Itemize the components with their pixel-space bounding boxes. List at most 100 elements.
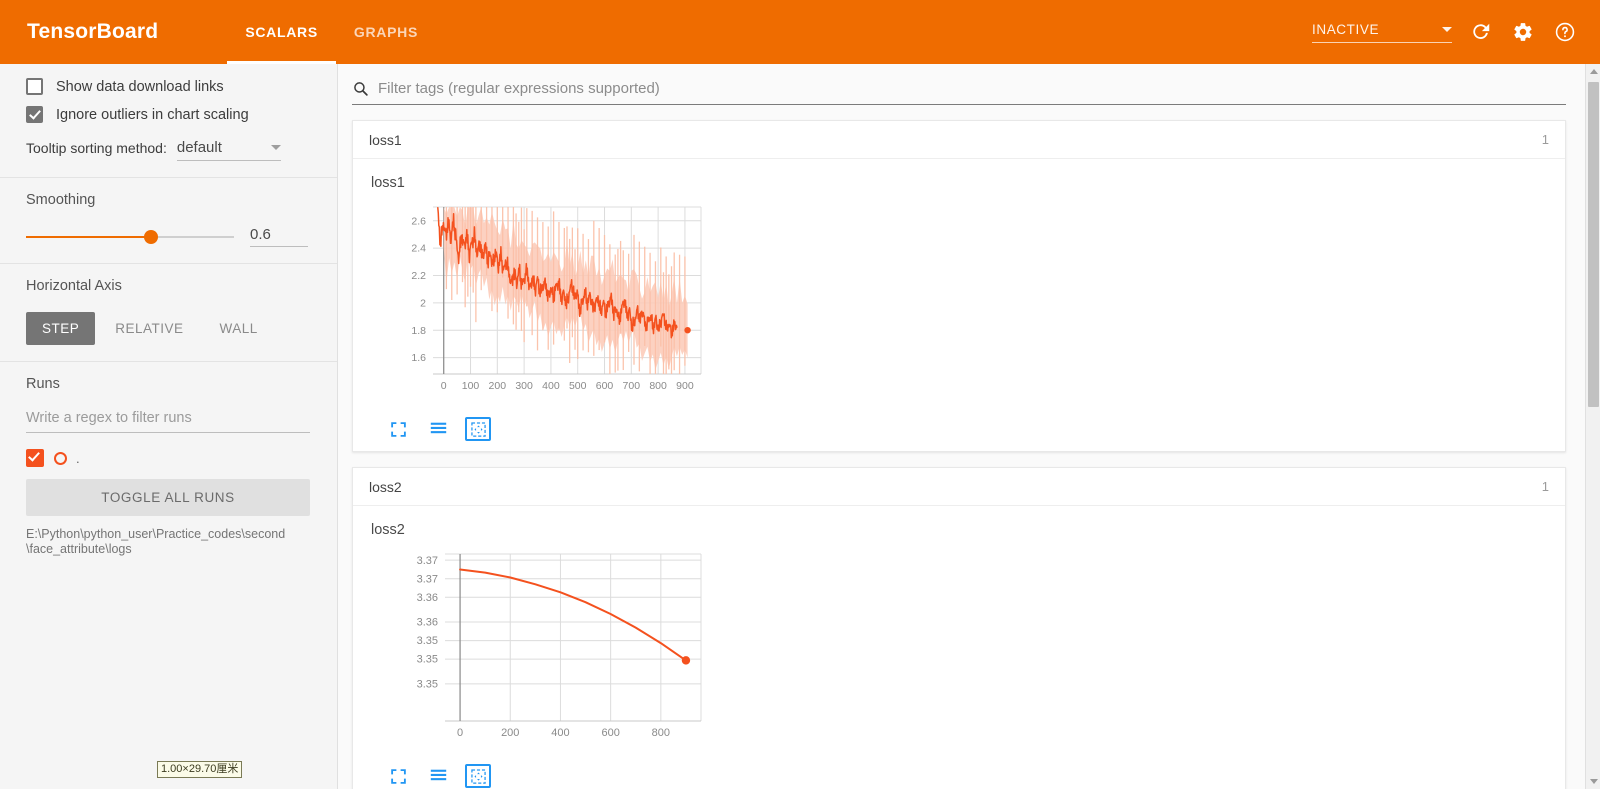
svg-text:900: 900: [676, 380, 694, 392]
svg-text:3.36: 3.36: [417, 592, 438, 604]
main-tabs: SCALARS GRAPHS: [227, 0, 436, 64]
run-item[interactable]: .: [26, 449, 311, 467]
runs-section: Runs Write a regex to filter runs . TOGG…: [0, 362, 337, 573]
gear-icon: [1512, 21, 1534, 43]
smoothing-slider[interactable]: [26, 229, 234, 244]
svg-text:600: 600: [601, 727, 619, 739]
tag-group-loss1: loss1 1 loss1 1.6 1.8 2 2.2 2.4 2.6 0 100 200 300…: [352, 120, 1566, 452]
axis-option-wall[interactable]: WALL: [204, 312, 274, 345]
svg-text:1.8: 1.8: [411, 325, 426, 337]
run-checkbox-checked-icon[interactable]: [26, 449, 44, 467]
tooltip-sorting-row: Tooltip sorting method: default: [26, 139, 311, 161]
run-state-dropdown[interactable]: INACTIVE: [1312, 22, 1452, 43]
smoothing-control: 0.6: [26, 226, 311, 247]
chart-card-loss1: loss1 1.6 1.8 2 2.2 2.4 2.6 0 100 200 300 400 500 60…: [353, 159, 1565, 451]
checkbox-checked-icon[interactable]: [26, 106, 43, 123]
svg-text:600: 600: [596, 380, 614, 392]
svg-text:3.37: 3.37: [417, 573, 438, 585]
chevron-down-icon: [1442, 26, 1452, 32]
svg-text:3.35: 3.35: [417, 678, 438, 690]
tab-scalars-label: SCALARS: [245, 24, 318, 40]
smoothing-value-input[interactable]: 0.6: [250, 226, 308, 247]
toggle-all-runs-button[interactable]: TOGGLE ALL RUNS: [26, 479, 310, 516]
chart-title: loss2: [371, 522, 405, 538]
toggle-data-series-button[interactable]: [425, 764, 451, 788]
svg-text:400: 400: [542, 380, 560, 392]
runs-title: Runs: [26, 376, 60, 392]
chevron-up-icon: [1589, 69, 1598, 74]
checkbox-unchecked-icon[interactable]: [26, 78, 43, 95]
option-show-download-links[interactable]: Show data download links: [26, 78, 311, 95]
tab-graphs[interactable]: GRAPHS: [336, 0, 436, 64]
help-button[interactable]: [1552, 19, 1578, 45]
svg-text:200: 200: [501, 727, 519, 739]
svg-text:2.6: 2.6: [411, 215, 426, 227]
tag-filter-bar[interactable]: Filter tags (regular expressions support…: [352, 80, 1566, 105]
axis-option-step[interactable]: STEP: [26, 312, 96, 345]
tooltip-sorting-label: Tooltip sorting method:: [26, 140, 167, 156]
run-color-circle-icon: [54, 451, 67, 465]
svg-text:200: 200: [489, 380, 507, 392]
tag-group-loss2: loss2 1 loss2 3.37 3.37 3.36 3.36 3.35 3.35 3.…: [352, 467, 1566, 789]
smoothing-slider-fill: [26, 235, 151, 238]
svg-text:3.36: 3.36: [417, 617, 438, 629]
sidebar-options-section: Show data download links Ignore outliers…: [0, 64, 337, 177]
svg-text:0: 0: [441, 380, 447, 392]
option-show-download-links-label: Show data download links: [56, 78, 224, 95]
svg-text:1.6: 1.6: [411, 352, 426, 364]
scrollbar-thumb[interactable]: [1588, 82, 1599, 407]
smoothing-title: Smoothing: [26, 192, 96, 208]
svg-text:0: 0: [457, 727, 463, 739]
svg-text:700: 700: [623, 380, 641, 392]
chart-actions-loss1: [385, 417, 1565, 441]
svg-text:2.4: 2.4: [411, 243, 426, 255]
toggle-data-series-button[interactable]: [425, 417, 451, 441]
app-bar-actions: INACTIVE: [1312, 19, 1578, 45]
main-content: Filter tags (regular expressions support…: [338, 64, 1586, 789]
option-ignore-outliers-label: Ignore outliers in chart scaling: [56, 106, 249, 123]
page-scrollbar[interactable]: [1585, 64, 1600, 789]
svg-text:2: 2: [420, 297, 426, 309]
tag-group-title: loss1: [369, 131, 402, 148]
help-icon: [1554, 21, 1576, 43]
smoothing-slider-thumb[interactable]: [143, 229, 158, 244]
chart-title: loss1: [371, 175, 405, 191]
refresh-icon: [1470, 21, 1492, 43]
run-item-label: .: [76, 450, 80, 466]
svg-text:100: 100: [462, 380, 480, 392]
runs-filter-input[interactable]: Write a regex to filter runs: [26, 410, 310, 433]
refresh-button[interactable]: [1468, 19, 1494, 45]
chart-plot-loss1[interactable]: 1.6 1.8 2 2.2 2.4 2.6 0 100 200 300 400 500 600 700 80…: [371, 199, 721, 409]
settings-button[interactable]: [1510, 19, 1536, 45]
tag-group-header-loss2[interactable]: loss2 1: [353, 468, 1565, 506]
fit-domain-to-data-button[interactable]: [465, 764, 491, 788]
svg-text:3.35: 3.35: [417, 635, 438, 647]
scroll-down-button[interactable]: [1586, 774, 1600, 789]
tab-scalars[interactable]: SCALARS: [227, 0, 336, 64]
svg-text:800: 800: [652, 727, 670, 739]
horizontal-axis-section: Horizontal Axis STEP RELATIVE WALL: [0, 264, 337, 361]
app-brand: TensorBoard: [27, 20, 159, 43]
chevron-down-icon: [1589, 779, 1598, 784]
tag-filter-input[interactable]: Filter tags (regular expressions support…: [378, 80, 660, 97]
tag-group-title: loss2: [369, 478, 402, 495]
page-size-chip: 1.00×29.70厘米: [157, 761, 243, 778]
expand-chart-button[interactable]: [385, 417, 411, 441]
svg-text:800: 800: [649, 380, 667, 392]
run-state-label: INACTIVE: [1312, 21, 1380, 37]
scroll-up-button[interactable]: [1586, 64, 1600, 79]
tooltip-sorting-select[interactable]: default: [176, 139, 281, 161]
fit-domain-to-data-button[interactable]: [465, 417, 491, 441]
tag-group-header-loss1[interactable]: loss1 1: [353, 121, 1565, 159]
app-bar: TensorBoard SCALARS GRAPHS INACTIVE: [0, 0, 1600, 64]
horizontal-axis-title: Horizontal Axis: [26, 278, 122, 294]
option-ignore-outliers[interactable]: Ignore outliers in chart scaling: [26, 106, 311, 123]
axis-option-relative[interactable]: RELATIVE: [99, 312, 199, 345]
sidebar: Show data download links Ignore outliers…: [0, 64, 338, 789]
search-icon: [352, 80, 369, 97]
chevron-down-icon: [270, 145, 281, 150]
svg-text:300: 300: [515, 380, 533, 392]
svg-text:2.2: 2.2: [411, 270, 426, 282]
chart-plot-loss2[interactable]: 3.37 3.37 3.36 3.36 3.35 3.35 3.35 0 200 400 600 80…: [371, 546, 721, 756]
expand-chart-button[interactable]: [385, 764, 411, 788]
